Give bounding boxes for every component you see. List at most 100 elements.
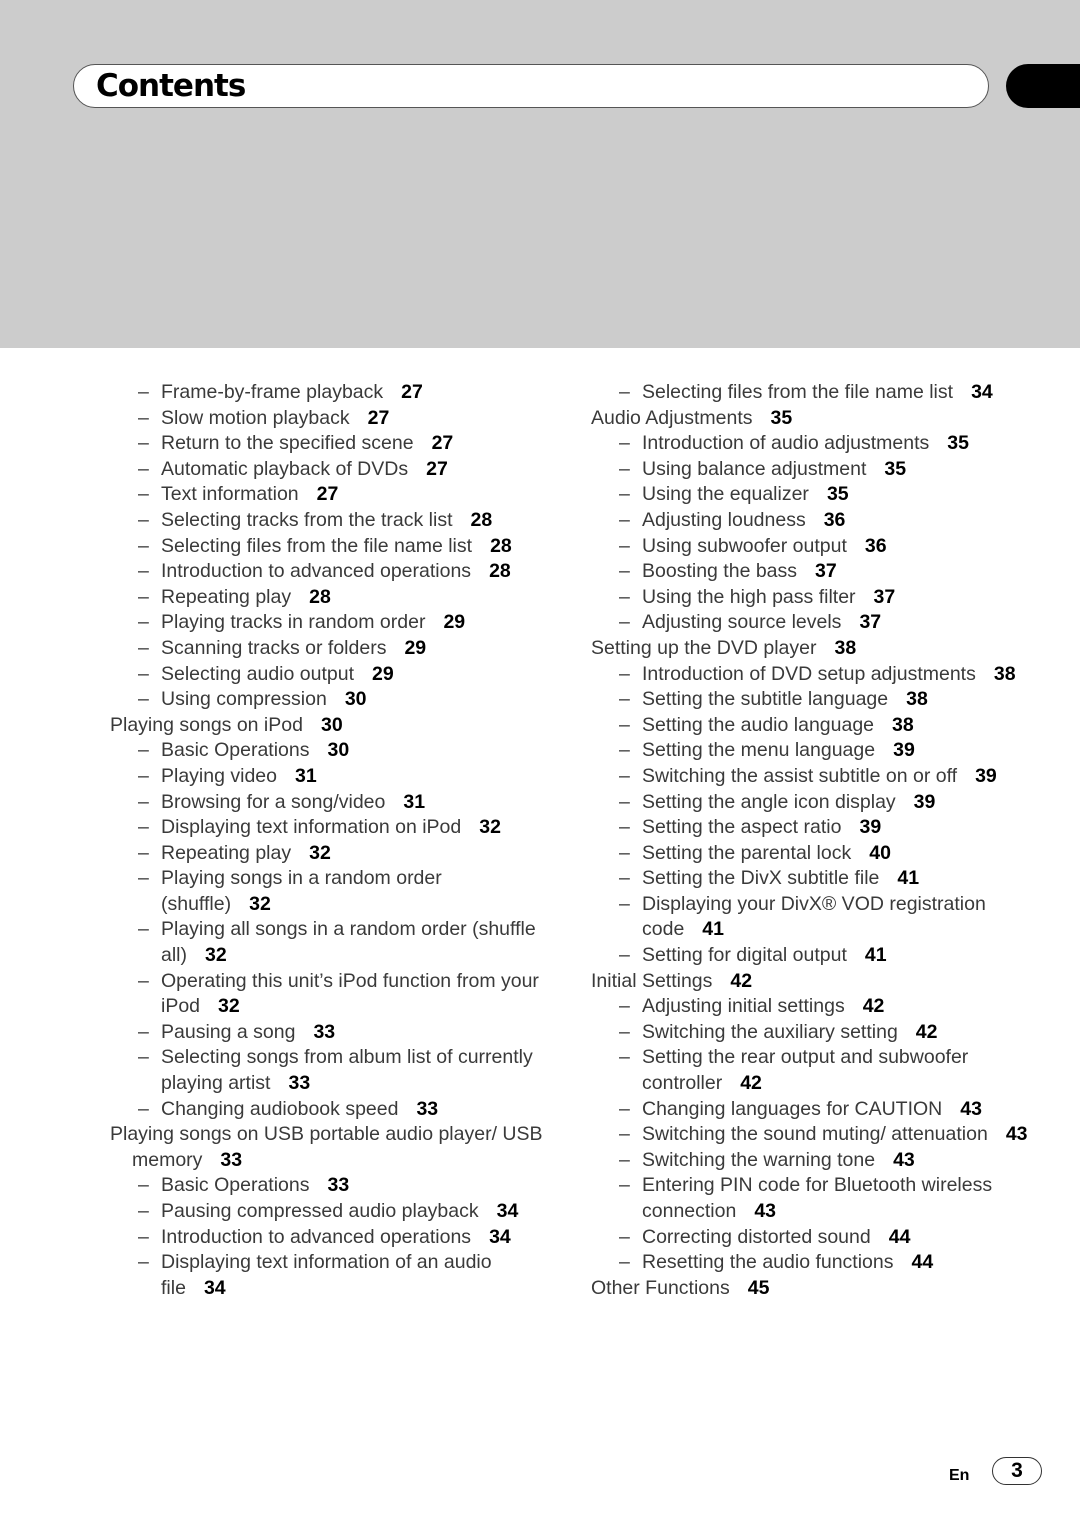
toc-entry-page: 30 bbox=[344, 688, 367, 711]
toc-subsection-entry[interactable]: – Setting for digital output 41 bbox=[591, 943, 1031, 969]
bullet-dash-icon: – bbox=[619, 457, 630, 480]
toc-subsection-entry[interactable]: – Operating this unit’s iPod function fro… bbox=[110, 969, 550, 1020]
toc-subsection-entry[interactable]: – Text information 27 bbox=[110, 482, 550, 508]
toc-subsection-entry[interactable]: – Setting the rear output and subwoofer c… bbox=[591, 1045, 1031, 1096]
toc-subsection-entry[interactable]: – Slow motion playback 27 bbox=[110, 406, 550, 432]
bullet-dash-icon: – bbox=[619, 892, 630, 915]
toc-subsection-entry[interactable]: – Adjusting source levels 37 bbox=[591, 610, 1031, 636]
toc-section-entry[interactable]: Setting up the DVD player 38 bbox=[591, 636, 1031, 662]
toc-subsection-entry[interactable]: – Setting the audio language 38 bbox=[591, 713, 1031, 739]
toc-subsection-entry[interactable]: – Introduction of DVD setup adjustments 38 bbox=[591, 662, 1031, 688]
toc-subsection-entry[interactable]: – Selecting tracks from the track list 28 bbox=[110, 508, 550, 534]
toc-subsection-entry[interactable]: – Basic Operations 30 bbox=[110, 738, 550, 764]
toc-subsection-entry[interactable]: – Using the high pass filter 37 bbox=[591, 585, 1031, 611]
bullet-dash-icon: – bbox=[619, 1251, 630, 1274]
toc-subsection-entry[interactable]: – Adjusting initial settings 42 bbox=[591, 994, 1031, 1020]
toc-subsection-entry[interactable]: – Switching the auxiliary setting 42 bbox=[591, 1020, 1031, 1046]
toc-subsection-entry[interactable]: – Displaying text information of an audio… bbox=[110, 1250, 550, 1301]
toc-subsection-entry[interactable]: – Selecting files from the file name list… bbox=[591, 380, 1031, 406]
toc-entry-page: 29 bbox=[371, 662, 394, 685]
toc-subsection-entry[interactable]: – Basic Operations 33 bbox=[110, 1173, 550, 1199]
toc-subsection-entry[interactable]: – Return to the specified scene 27 bbox=[110, 431, 550, 457]
toc-subsection-entry[interactable]: – Resetting the audio functions 44 bbox=[591, 1250, 1031, 1276]
toc-subsection-entry[interactable]: – Setting the parental lock 40 bbox=[591, 841, 1031, 867]
toc-entry-title: Introduction of DVD setup adjustments bbox=[642, 662, 976, 685]
bullet-dash-icon: – bbox=[619, 944, 630, 967]
toc-entry-page: 44 bbox=[888, 1225, 911, 1248]
toc-subsection-entry[interactable]: – Displaying text information on iPod 32 bbox=[110, 815, 550, 841]
toc-subsection-entry[interactable]: – Introduction to advanced operations 34 bbox=[110, 1225, 550, 1251]
toc-subsection-entry[interactable]: – Boosting the bass 37 bbox=[591, 559, 1031, 585]
toc-subsection-entry[interactable]: – Introduction to advanced operations 28 bbox=[110, 559, 550, 585]
toc-subsection-entry[interactable]: – Entering PIN code for Bluetooth wireles… bbox=[591, 1173, 1031, 1224]
toc-subsection-entry[interactable]: – Automatic playback of DVDs 27 bbox=[110, 457, 550, 483]
toc-subsection-entry[interactable]: – Switching the warning tone 43 bbox=[591, 1148, 1031, 1174]
language-label: En bbox=[949, 1467, 970, 1484]
toc-subsection-entry[interactable]: – Adjusting loudness 36 bbox=[591, 508, 1031, 534]
toc-entry-page: 41 bbox=[897, 867, 920, 890]
toc-subsection-entry[interactable]: – Pausing a song 33 bbox=[110, 1020, 550, 1046]
toc-subsection-entry[interactable]: – Using the equalizer 35 bbox=[591, 482, 1031, 508]
toc-entry-page: 31 bbox=[295, 764, 317, 787]
toc-subsection-entry[interactable]: – Using compression 30 bbox=[110, 687, 550, 713]
toc-subsection-entry[interactable]: – Using balance adjustment 35 bbox=[591, 457, 1031, 483]
toc-entry-page: 30 bbox=[327, 739, 350, 762]
toc-subsection-entry[interactable]: – Setting the subtitle language 38 bbox=[591, 687, 1031, 713]
toc-entry-title: Resetting the audio functions bbox=[642, 1251, 894, 1274]
toc-section-entry[interactable]: Other Functions 45 bbox=[591, 1276, 1031, 1302]
toc-subsection-entry[interactable]: – Setting the DivX subtitle file 41 bbox=[591, 866, 1031, 892]
toc-entry-page: 33 bbox=[416, 1097, 439, 1120]
toc-subsection-entry[interactable]: – Switching the sound muting/ attenuation… bbox=[591, 1122, 1031, 1148]
toc-subsection-entry[interactable]: – Playing video 31 bbox=[110, 764, 550, 790]
toc-entry-page: 27 bbox=[426, 457, 448, 480]
toc-subsection-entry[interactable]: – Selecting files from the file name list… bbox=[110, 534, 550, 560]
toc-entry-page: 42 bbox=[915, 1020, 938, 1043]
toc-subsection-entry[interactable]: – Scanning tracks or folders 29 bbox=[110, 636, 550, 662]
toc-entry-page: 29 bbox=[404, 636, 427, 659]
toc-subsection-entry[interactable]: – Correcting distorted sound 44 bbox=[591, 1225, 1031, 1251]
toc-subsection-entry[interactable]: – Selecting audio output 29 bbox=[110, 662, 550, 688]
toc-entry-title: Displaying text information on iPod bbox=[161, 816, 462, 839]
toc-entry-page: 38 bbox=[906, 688, 928, 711]
toc-subsection-entry[interactable]: – Frame-by-frame playback 27 bbox=[110, 380, 550, 406]
toc-subsection-entry[interactable]: – Browsing for a song/video 31 bbox=[110, 790, 550, 816]
toc-subsection-entry[interactable]: – Switching the assist subtitle on or off… bbox=[591, 764, 1031, 790]
bullet-dash-icon: – bbox=[138, 1200, 149, 1222]
toc-subsection-entry[interactable]: – Playing all songs in a random order (sh… bbox=[110, 917, 550, 968]
toc-subsection-entry[interactable]: – Setting the menu language 39 bbox=[591, 738, 1031, 764]
toc-entry-title: Browsing for a song/video bbox=[161, 790, 386, 813]
toc-entry-page: 32 bbox=[249, 892, 271, 915]
toc-section-entry[interactable]: Playing songs on iPod 30 bbox=[110, 713, 550, 739]
bullet-dash-icon: – bbox=[138, 841, 149, 864]
toc-subsection-entry[interactable]: – Introduction of audio adjustments 35 bbox=[591, 431, 1031, 457]
toc-subsection-entry[interactable]: – Pausing compressed audio playback 34 bbox=[110, 1199, 550, 1225]
bullet-dash-icon: – bbox=[138, 1020, 149, 1043]
toc-subsection-entry[interactable]: – Changing languages for CAUTION 43 bbox=[591, 1097, 1031, 1123]
toc-entry-page: 35 bbox=[884, 457, 907, 480]
toc-section-entry[interactable]: Initial Settings 42 bbox=[591, 969, 1031, 995]
toc-entry-page: 43 bbox=[960, 1097, 982, 1120]
toc-entry-title: Setting the aspect ratio bbox=[642, 816, 842, 839]
toc-subsection-entry[interactable]: – Using subwoofer output 36 bbox=[591, 534, 1031, 560]
toc-section-entry[interactable]: Audio Adjustments 35 bbox=[591, 406, 1031, 432]
toc-subsection-entry[interactable]: – Displaying your DivX® VOD registration … bbox=[591, 892, 1031, 943]
toc-subsection-entry[interactable]: – Setting the aspect ratio 39 bbox=[591, 815, 1031, 841]
toc-subsection-entry[interactable]: – Playing songs in a random order (shuffl… bbox=[110, 866, 550, 917]
toc-entry-page: 27 bbox=[431, 432, 454, 455]
toc-subsection-entry[interactable]: – Playing tracks in random order 29 bbox=[110, 610, 550, 636]
bullet-dash-icon: – bbox=[619, 1123, 630, 1146]
bullet-dash-icon: – bbox=[619, 585, 630, 608]
toc-subsection-entry[interactable]: – Selecting songs from album list of curr… bbox=[110, 1045, 550, 1096]
toc-entry-title: Playing video bbox=[161, 764, 277, 787]
toc-subsection-entry[interactable]: – Changing audiobook speed 33 bbox=[110, 1097, 550, 1123]
toc-entry-page: 30 bbox=[320, 713, 343, 736]
toc-subsection-entry[interactable]: – Setting the angle icon display 39 bbox=[591, 790, 1031, 816]
toc-section-entry[interactable]: Playing songs on USB portable audio play… bbox=[110, 1122, 550, 1173]
toc-subsection-entry[interactable]: – Repeating play 32 bbox=[110, 841, 550, 867]
bullet-dash-icon: – bbox=[619, 1046, 630, 1069]
header-band: Contents bbox=[0, 0, 1080, 348]
toc-subsection-entry[interactable]: – Repeating play 28 bbox=[110, 585, 550, 611]
toc-entry-title: Audio Adjustments bbox=[591, 406, 753, 429]
bullet-dash-icon: – bbox=[138, 918, 149, 941]
bullet-dash-icon: – bbox=[619, 560, 630, 583]
